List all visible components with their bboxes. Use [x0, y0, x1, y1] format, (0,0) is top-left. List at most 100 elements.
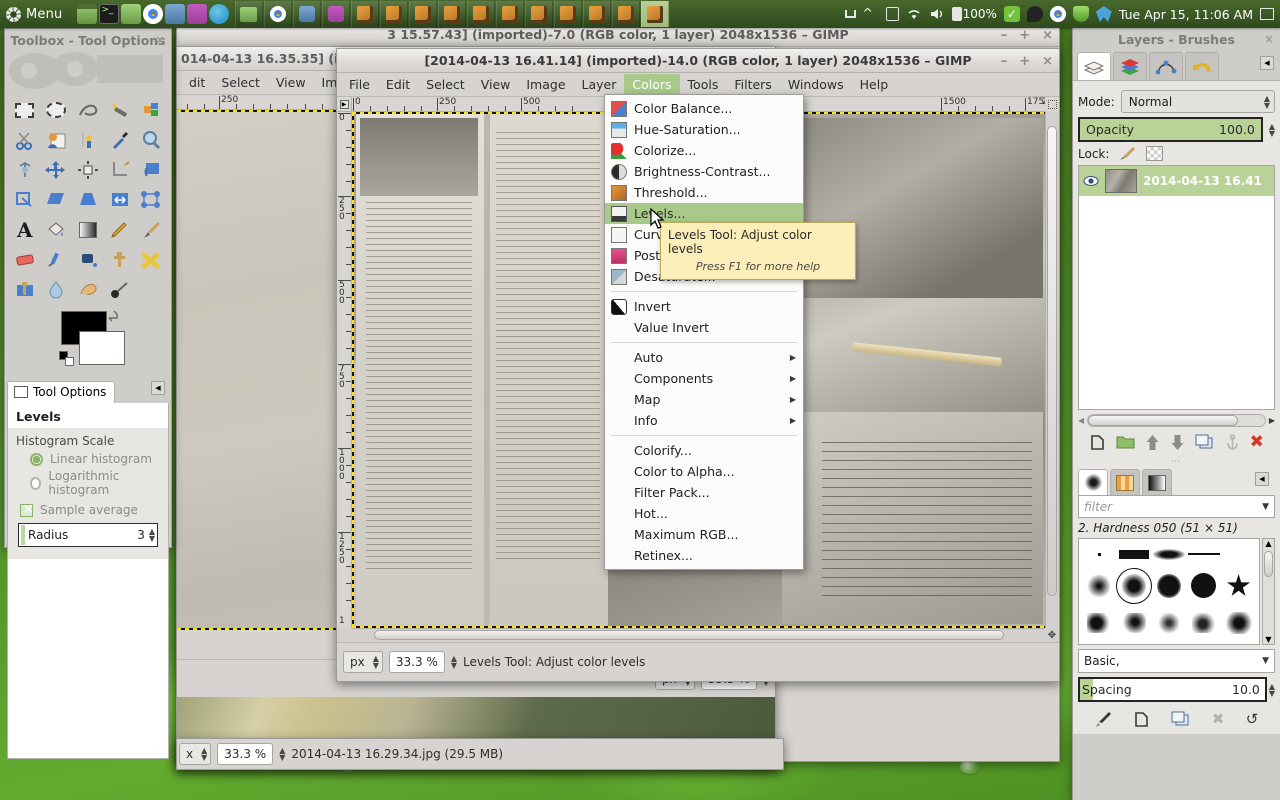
navigation-icon[interactable]: ✥ [1045, 628, 1059, 642]
window-front-titlebar[interactable]: [2014-04-13 16.41.14] (imported)-14.0 (R… [337, 49, 1059, 73]
unit-selector[interactable]: x ▲▼ [179, 743, 211, 765]
task-gimp-1[interactable] [351, 1, 379, 27]
chevron-down-icon[interactable]: ▼ [1262, 502, 1269, 512]
edit-brush-icon[interactable] [1095, 711, 1112, 728]
vertical-scrollbar-thumb[interactable] [1047, 126, 1057, 596]
radius-spinner-icon[interactable]: ▲▼ [149, 528, 155, 542]
brush-acrylic-05[interactable] [1226, 612, 1252, 634]
raise-layer-icon[interactable] [1145, 434, 1160, 451]
mode-spinner-icon[interactable]: ▲▼ [1264, 95, 1270, 109]
perspective-clone-tool[interactable] [9, 275, 41, 305]
smudge-tool[interactable] [72, 275, 104, 305]
menu-item-brightness-contrast[interactable]: Brightness-Contrast... [605, 161, 803, 182]
close-button[interactable]: × [1042, 54, 1053, 69]
tab-gradients[interactable] [1142, 469, 1172, 495]
align-tool[interactable] [72, 155, 104, 185]
display-icon[interactable] [886, 7, 899, 21]
task-gimp-2[interactable] [380, 1, 408, 27]
rotate-tool[interactable] [135, 155, 167, 185]
paths-tool[interactable] [72, 125, 104, 155]
tab-layers[interactable] [1077, 52, 1111, 80]
brush-acrylic-03[interactable] [1158, 612, 1180, 634]
rect-select-tool[interactable] [9, 95, 41, 125]
menu-tools[interactable]: Tools [680, 74, 727, 95]
gimp-window-bottom[interactable]: x ▲▼ 33.3 % ▲▼ 2014-04-13 16.29.34.jpg (… [176, 738, 784, 770]
background-color-swatch[interactable] [79, 331, 125, 365]
task-browser[interactable] [293, 1, 321, 27]
brush-grid[interactable] [1078, 538, 1260, 645]
battery-icon[interactable] [952, 7, 962, 21]
skype-icon[interactable] [209, 4, 229, 24]
unit-spinner-icon[interactable]: ▲▼ [201, 747, 207, 761]
brush-block-01[interactable] [1119, 550, 1149, 559]
chevron-down-icon[interactable]: ▼ [1262, 656, 1269, 666]
vertical-scrollbar[interactable] [1045, 112, 1059, 628]
menu-item-color-balance[interactable]: Color Balance... [605, 98, 803, 119]
layers-brushes-dock[interactable]: Layers - Brushes × [1072, 28, 1280, 800]
delete-brush-icon[interactable]: ✖ [1212, 710, 1225, 728]
task-gimp-6[interactable] [496, 1, 524, 27]
task-gimp-5[interactable] [467, 1, 495, 27]
opacity-spinner-icon[interactable]: ▲▼ [1269, 123, 1275, 137]
lock-pixels-icon[interactable] [1119, 146, 1136, 161]
butterfly-icon[interactable] [1096, 6, 1112, 22]
chevron-up-icon[interactable]: ^ [863, 6, 879, 22]
spacing-spinner-icon[interactable]: ▲▼ [1269, 683, 1275, 697]
ellipse-select-tool[interactable] [41, 95, 73, 125]
bucket-fill-tool[interactable] [41, 215, 73, 245]
brush-hardness-050[interactable] [1122, 574, 1146, 598]
task-chrome[interactable] [264, 1, 292, 27]
layer-list[interactable]: 2014-04-13 16.41 [1078, 165, 1275, 410]
cage-transform-tool[interactable] [135, 185, 167, 215]
brush-grid-scrollbar[interactable]: ▲ ▼ [1262, 538, 1275, 645]
menu-colors[interactable]: Colors [624, 74, 679, 95]
collapse-icon[interactable]: ◀ [1255, 472, 1269, 486]
menu-item-info[interactable]: Info ▶ [605, 410, 803, 431]
brush-star[interactable] [1227, 574, 1251, 598]
airbrush-tool[interactable] [41, 245, 73, 275]
toolbox-window[interactable]: Toolbox - Tool Options × [4, 28, 172, 548]
ink-tool[interactable] [72, 245, 104, 275]
zoom-spinner-icon[interactable]: ▲▼ [279, 747, 285, 761]
menu-edit[interactable]: Edit [378, 74, 418, 95]
menu-item-color-to-alpha[interactable]: Color to Alpha... [605, 461, 803, 482]
menu-item-colorify[interactable]: Colorify... [605, 440, 803, 461]
task-gimp-3[interactable] [409, 1, 437, 27]
collapse-icon[interactable]: ◀ [151, 381, 165, 395]
minimize-button[interactable]: – [1001, 28, 1008, 43]
menu-view[interactable]: View [268, 72, 314, 93]
layer-row[interactable]: 2014-04-13 16.41 [1079, 166, 1274, 196]
menu-button[interactable]: Menu [0, 0, 71, 28]
zoom-field[interactable]: 33.3 % [389, 651, 445, 673]
task-gimp-10[interactable] [612, 1, 640, 27]
hangouts-icon[interactable] [187, 4, 207, 24]
dodge-burn-tool[interactable] [104, 275, 136, 305]
delete-layer-icon[interactable]: ✖ [1250, 434, 1264, 451]
radio-logarithmic-histogram[interactable]: Logarithmic histogram [30, 469, 160, 497]
zoom-tool[interactable] [135, 125, 167, 155]
task-files[interactable] [235, 1, 263, 27]
brush-collection-combo[interactable]: Basic, ▼ [1078, 649, 1275, 673]
blur-sharpen-tool[interactable] [41, 275, 73, 305]
task-gimp-7[interactable] [525, 1, 553, 27]
radio-linear-histogram[interactable]: Linear histogram [30, 452, 160, 466]
anchor-layer-icon[interactable] [1225, 434, 1240, 451]
heal-tool[interactable] [135, 245, 167, 275]
opacity-slider[interactable]: Opacity 100.0 [1078, 117, 1263, 142]
close-icon[interactable]: × [155, 33, 165, 47]
maximize-button[interactable]: + [1019, 54, 1030, 69]
gradient-tool[interactable] [72, 215, 104, 245]
perspective-tool[interactable] [72, 185, 104, 215]
menu-windows[interactable]: Windows [780, 74, 852, 95]
colors-menu-popup[interactable]: Color Balance... Hue-Saturation... Color… [604, 94, 804, 570]
menu-item-colorize[interactable]: Colorize... [605, 140, 803, 161]
menu-help[interactable]: Help [852, 74, 897, 95]
task-gimp-4[interactable] [438, 1, 466, 27]
move-tool[interactable] [41, 155, 73, 185]
tab-patterns[interactable] [1110, 469, 1140, 495]
weather-icon[interactable] [1027, 6, 1043, 22]
close-icon[interactable]: × [1264, 32, 1274, 46]
shear-tool[interactable] [41, 185, 73, 215]
brush-hardness-075[interactable] [1157, 574, 1181, 598]
brush-acrylic-01[interactable] [1087, 613, 1111, 633]
